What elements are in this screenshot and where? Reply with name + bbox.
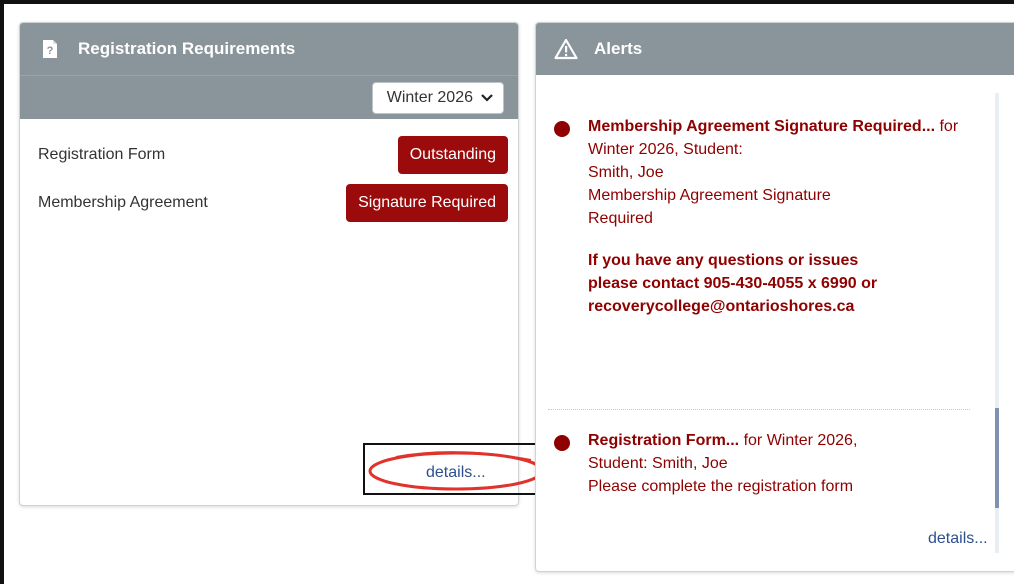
status-badge-outstanding[interactable]: Outstanding bbox=[397, 136, 508, 174]
frame-border-left bbox=[0, 0, 4, 584]
alerts-panel: Alerts Membership Agreement Signature Re… bbox=[535, 22, 1014, 572]
alerts-details-link[interactable]: details... bbox=[928, 530, 988, 548]
document-question-icon: ? bbox=[38, 37, 62, 61]
term-select[interactable]: Winter 2026 bbox=[371, 82, 504, 114]
alerts-scrollbar-thumb[interactable] bbox=[995, 408, 999, 508]
alert-heading: Membership Agreement Signature Required.… bbox=[588, 115, 974, 161]
alert-divider bbox=[548, 409, 970, 410]
alerts-header: Alerts bbox=[536, 23, 1014, 75]
frame-border-top bbox=[0, 0, 1014, 4]
warning-triangle-icon bbox=[554, 37, 578, 61]
registration-requirements-panel: ? Registration Requirements Winter 2026 … bbox=[19, 22, 519, 506]
alert-item-membership-agreement: Membership Agreement Signature Required.… bbox=[554, 115, 974, 318]
requirement-label: Membership Agreement bbox=[38, 194, 208, 211]
alert-student: Smith, Joe bbox=[588, 164, 664, 181]
term-bar: Winter 2026 bbox=[20, 75, 518, 119]
svg-text:?: ? bbox=[47, 45, 54, 57]
annotation-red-ellipse bbox=[368, 451, 544, 491]
registration-requirements-title: Registration Requirements bbox=[78, 39, 296, 58]
alert-bullet bbox=[554, 121, 570, 137]
alert-heading: Registration Form... for Winter 2026, bbox=[588, 429, 974, 452]
alert-title-link[interactable]: Membership Agreement Signature Required.… bbox=[588, 118, 935, 135]
alert-student: Student: Smith, Joe bbox=[588, 455, 728, 472]
alert-message-line: Please complete the registration form bbox=[588, 478, 854, 495]
alert-title-link[interactable]: Registration Form... bbox=[588, 432, 739, 449]
alerts-title: Alerts bbox=[594, 39, 643, 58]
term-select-value: Winter 2026 bbox=[386, 89, 473, 106]
requirement-label: Registration Form bbox=[38, 146, 166, 163]
requirement-row-membership-agreement: Membership Agreement Signature Required bbox=[38, 184, 508, 222]
alert-contact-line: please contact 905-430-4055 x 6990 or bbox=[588, 275, 878, 292]
alert-contact-line: If you have any questions or issues bbox=[588, 252, 859, 269]
registration-requirements-header: ? Registration Requirements bbox=[20, 23, 518, 75]
alert-item-registration-form: Registration Form... for Winter 2026, St… bbox=[554, 429, 974, 498]
alert-message-line: Membership Agreement Signature bbox=[588, 187, 831, 204]
alert-message-line: Required bbox=[588, 210, 653, 227]
status-badge-signature-required[interactable]: Signature Required bbox=[346, 184, 508, 222]
alert-contact-email: recoverycollege@ontarioshores.ca bbox=[588, 298, 855, 315]
chevron-down-icon bbox=[481, 94, 493, 102]
alert-bullet bbox=[554, 435, 570, 451]
alert-term-text: for Winter 2026, bbox=[739, 432, 858, 449]
requirement-row-registration-form: Registration Form Outstanding bbox=[38, 136, 508, 174]
